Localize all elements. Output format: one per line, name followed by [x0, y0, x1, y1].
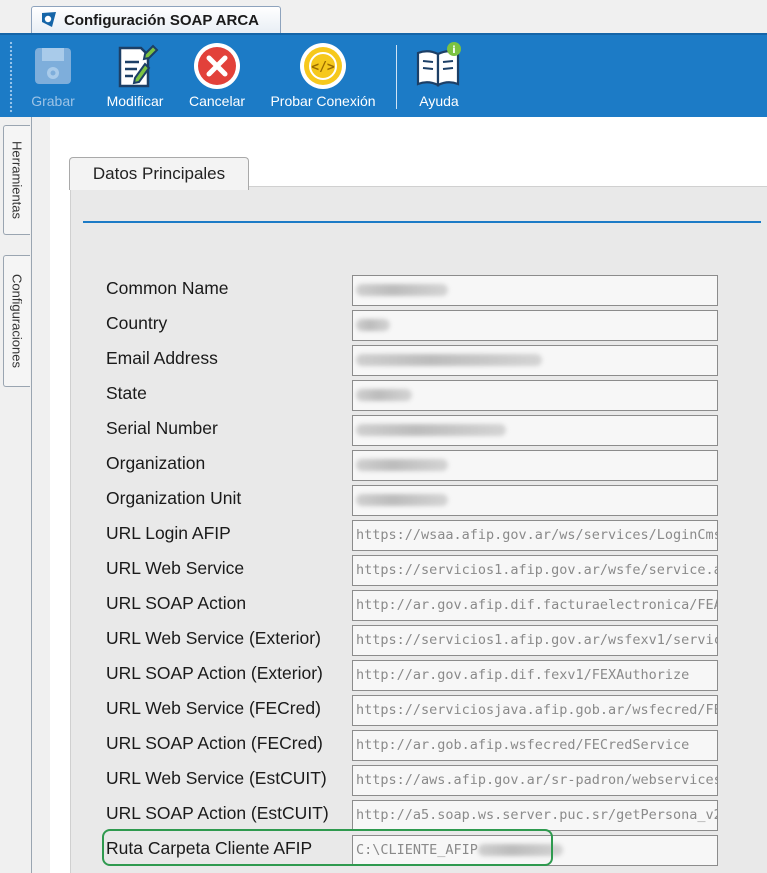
field-label: URL Web Service	[106, 558, 245, 578]
edit-document-icon	[118, 44, 159, 88]
redacted-value	[356, 389, 412, 401]
field-row: URL SOAP Action (EstCUIT) http://a5.soap.…	[71, 800, 767, 832]
field-value-input[interactable]: http://ar.gob.afip.wsfecred/FECredServic…	[352, 730, 718, 761]
field-row: Ruta Carpeta Cliente AFIP C:\CLIENTE_AFIP	[71, 835, 767, 867]
field-value-text: http://ar.gov.afip.dif.facturaelectronic…	[356, 597, 717, 613]
field-value-input[interactable]: http://ar.gov.afip.dif.fexv1/FEXAuthoriz…	[352, 660, 718, 691]
field-row: State	[71, 380, 767, 412]
save-button[interactable]: Grabar	[24, 41, 82, 115]
field-label: URL SOAP Action (EstCUIT)	[106, 803, 329, 823]
side-tab-herramientas[interactable]: Herramientas	[3, 125, 30, 235]
field-value-input[interactable]: http://a5.soap.ws.server.puc.sr/getPerso…	[352, 800, 718, 831]
field-row: Country	[71, 310, 767, 342]
field-row: Common Name	[71, 275, 767, 307]
field-value-input[interactable]	[352, 275, 718, 306]
field-label: URL Web Service (EstCUIT)	[106, 768, 327, 788]
toolbar-grip[interactable]	[9, 41, 13, 113]
field-value-input[interactable]	[352, 450, 718, 481]
field-row: Serial Number	[71, 415, 767, 447]
field-label: URL Login AFIP	[106, 523, 231, 543]
field-value-input[interactable]	[352, 310, 718, 341]
field-value-input[interactable]: https://wsaa.afip.gov.ar/ws/services/Log…	[352, 520, 718, 551]
side-tab-configuraciones[interactable]: Configuraciones	[3, 255, 30, 387]
redacted-value	[356, 424, 506, 436]
field-label: State	[106, 383, 147, 403]
field-row: Organization Unit	[71, 485, 767, 517]
field-row: URL SOAP Action (Exterior) http://ar.gov.…	[71, 660, 767, 692]
field-label: Serial Number	[106, 418, 218, 438]
cancel-button[interactable]: Cancelar	[180, 41, 254, 115]
help-button[interactable]: i Ayuda	[410, 41, 468, 115]
redacted-value	[356, 354, 542, 366]
svg-text:</>: </>	[311, 60, 335, 75]
field-row: URL Web Service https://servicios1.afip.g…	[71, 555, 767, 587]
field-value-text: C:\CLIENTE_AFIP	[356, 842, 478, 858]
datos-principales-group: Common Name Country Email Address State Seri…	[70, 186, 767, 873]
toolbar-separator	[396, 45, 397, 109]
document-tab-strip: Configuración SOAP ARCA	[0, 0, 767, 33]
field-label: Common Name	[106, 278, 229, 298]
field-row: URL Web Service (Exterior) https://servic…	[71, 625, 767, 657]
document-tab-title: Configuración SOAP ARCA	[64, 11, 260, 29]
field-value-input[interactable]	[352, 485, 718, 516]
field-row: URL SOAP Action http://ar.gov.afip.dif.fa…	[71, 590, 767, 622]
field-row: URL Login AFIP https://wsaa.afip.gov.ar/w…	[71, 520, 767, 552]
field-label: URL SOAP Action	[106, 593, 247, 613]
redacted-value	[356, 319, 390, 331]
field-value-input[interactable]: C:\CLIENTE_AFIP	[352, 835, 718, 866]
field-label: URL SOAP Action (Exterior)	[106, 663, 323, 683]
field-value-text: https://servicios1.afip.gov.ar/wsfexv1/s…	[356, 632, 717, 648]
field-value-text: https://aws.afip.gov.ar/sr-padron/webser…	[356, 772, 718, 788]
field-value-input[interactable]: https://serviciosjava.afip.gob.ar/wsfecr…	[352, 695, 718, 726]
field-value-text: https://wsaa.afip.gov.ar/ws/services/Log…	[356, 527, 718, 543]
field-label: Ruta Carpeta Cliente AFIP	[106, 838, 313, 858]
help-book-icon: i	[416, 42, 461, 87]
svg-text:i: i	[452, 45, 455, 56]
field-value-text: https://serviciosjava.afip.gob.ar/wsfecr…	[356, 702, 717, 718]
document-tab[interactable]: Configuración SOAP ARCA	[31, 6, 281, 33]
floppy-disk-icon	[35, 48, 71, 84]
main-panel: Datos Principales Common Name Country Emai…	[50, 117, 767, 873]
field-label: Organization	[106, 453, 206, 473]
field-label: Email Address	[106, 348, 218, 368]
field-value-input[interactable]: http://ar.gov.afip.dif.facturaelectronic…	[352, 590, 718, 621]
toolbar: Grabar Modificar Cancelar </> Probar Con…	[0, 33, 767, 117]
field-label: URL Web Service (FECred)	[106, 698, 321, 718]
field-value-text: https://servicios1.afip.gov.ar/wsfe/serv…	[356, 562, 718, 578]
field-value-text: http://ar.gob.afip.wsfecred/FECredServic…	[356, 737, 690, 753]
field-value-input[interactable]: https://aws.afip.gov.ar/sr-padron/webser…	[352, 765, 718, 796]
field-value-input[interactable]: https://servicios1.afip.gov.ar/wsfexv1/s…	[352, 625, 718, 656]
field-value-input[interactable]	[352, 380, 718, 411]
field-row: URL Web Service (EstCUIT) https://aws.afi…	[71, 765, 767, 797]
field-row: URL SOAP Action (FECred) http://ar.gob.af…	[71, 730, 767, 762]
field-label: Country	[106, 313, 168, 333]
field-row: Organization	[71, 450, 767, 482]
field-value-input[interactable]: https://servicios1.afip.gov.ar/wsfe/serv…	[352, 555, 718, 586]
field-row: Email Address	[71, 345, 767, 377]
field-value-text: http://a5.soap.ws.server.puc.sr/getPerso…	[356, 807, 718, 823]
field-value-text: http://ar.gov.afip.dif.fexv1/FEXAuthoriz…	[356, 667, 690, 683]
edit-button[interactable]: Modificar	[98, 41, 172, 115]
redacted-value	[356, 284, 448, 296]
app-logo-icon	[42, 12, 56, 27]
cancel-x-icon	[194, 43, 240, 89]
code-test-icon: </>	[300, 43, 346, 89]
field-label: URL Web Service (Exterior)	[106, 628, 321, 648]
group-divider	[83, 221, 761, 223]
field-value-input[interactable]	[352, 415, 718, 446]
redacted-value	[477, 844, 563, 856]
redacted-value	[356, 459, 448, 471]
field-value-input[interactable]	[352, 345, 718, 376]
tab-datos-principales[interactable]: Datos Principales	[69, 157, 249, 190]
field-label: URL SOAP Action (FECred)	[106, 733, 323, 753]
field-row: URL Web Service (FECred) https://servicio…	[71, 695, 767, 727]
test-connection-button[interactable]: </> Probar Conexión	[260, 41, 386, 115]
side-tab-strip: Herramientas Configuraciones	[0, 117, 50, 873]
field-label: Organization Unit	[106, 488, 242, 508]
redacted-value	[356, 494, 448, 506]
